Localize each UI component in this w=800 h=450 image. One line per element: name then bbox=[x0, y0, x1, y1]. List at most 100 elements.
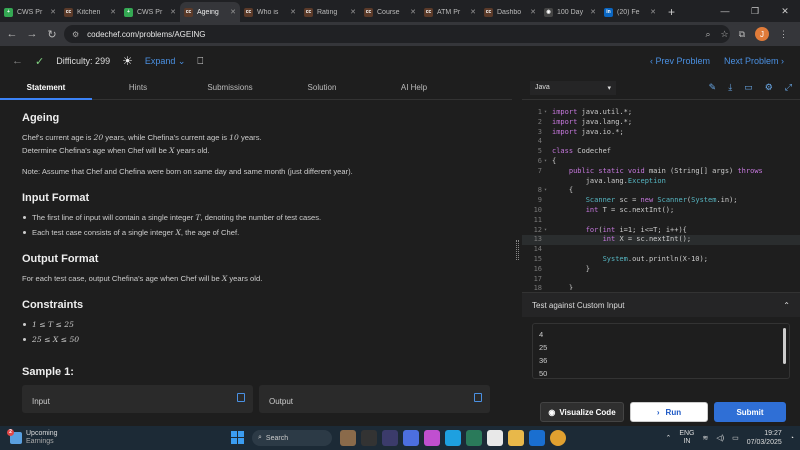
fold-icon[interactable] bbox=[544, 177, 552, 187]
browser-tab[interactable]: cc ATM Pr ✕ bbox=[420, 2, 480, 22]
app-icon[interactable] bbox=[403, 430, 419, 446]
code-line[interactable]: 3 import java.io.*; bbox=[522, 128, 800, 138]
taskbar-search[interactable]: ⌕ Search bbox=[252, 430, 332, 446]
browser-tab[interactable]: cc Who is ✕ bbox=[240, 2, 300, 22]
tray-chevron-icon[interactable]: ⌃ bbox=[665, 434, 671, 442]
custom-input-field[interactable]: 4 25 36 50 bbox=[532, 323, 790, 379]
reload-icon[interactable]: ↻ bbox=[42, 28, 62, 41]
battery-icon[interactable]: ▭ bbox=[732, 434, 739, 442]
clock[interactable]: 19:27 07/03/2025 bbox=[747, 429, 782, 447]
maximize-icon[interactable]: ❐ bbox=[740, 6, 770, 17]
zoom-icon[interactable]: ⌕ bbox=[705, 29, 710, 40]
code-line[interactable]: java.lang.Exception bbox=[522, 177, 800, 187]
fold-icon[interactable] bbox=[544, 235, 552, 245]
volume-icon[interactable]: ◁) bbox=[716, 434, 724, 442]
code-line[interactable]: 18 } bbox=[522, 284, 800, 290]
fold-icon[interactable] bbox=[544, 118, 552, 128]
app-icon[interactable] bbox=[382, 430, 398, 446]
app-icon[interactable] bbox=[340, 430, 356, 446]
fold-icon[interactable] bbox=[544, 245, 552, 255]
code-line[interactable]: 2 import java.lang.*; bbox=[522, 118, 800, 128]
fold-icon[interactable]: ▾ bbox=[544, 157, 552, 167]
visualize-code-button[interactable]: ◉ Visualize Code bbox=[540, 402, 624, 422]
fold-icon[interactable]: ▾ bbox=[544, 186, 552, 196]
browser-tab[interactable]: cc Rating ✕ bbox=[300, 2, 360, 22]
expand-button[interactable]: Expand ⌄ bbox=[145, 56, 186, 67]
close-tab-icon[interactable]: ✕ bbox=[650, 8, 656, 16]
code-line[interactable]: 5 class Codechef bbox=[522, 147, 800, 157]
code-line[interactable]: 10 int T = sc.nextInt(); bbox=[522, 206, 800, 216]
browser-tab[interactable]: ◉ 100 Day ✕ bbox=[540, 2, 600, 22]
fold-icon[interactable]: ▾ bbox=[544, 108, 552, 118]
chevron-up-icon[interactable]: ⌃ bbox=[783, 301, 790, 310]
fold-icon[interactable] bbox=[544, 255, 552, 265]
tab-submissions[interactable]: Submissions bbox=[184, 76, 276, 100]
outlook-icon[interactable] bbox=[529, 430, 545, 446]
amazon-icon[interactable] bbox=[487, 430, 503, 446]
fold-icon[interactable] bbox=[544, 275, 552, 285]
fold-icon[interactable] bbox=[544, 137, 552, 147]
collapse-arrow-icon[interactable]: ← bbox=[12, 55, 23, 67]
code-line[interactable]: 7 public static void main (String[] args… bbox=[522, 167, 800, 177]
close-tab-icon[interactable]: ✕ bbox=[350, 8, 356, 16]
code-line[interactable]: 14 bbox=[522, 245, 800, 255]
notification-icon[interactable]: ◔ bbox=[790, 435, 794, 442]
fold-icon[interactable] bbox=[544, 206, 552, 216]
browser-tab[interactable]: in (20) Fe ✕ bbox=[600, 2, 660, 22]
browser-tab[interactable]: + CWS Pr ✕ bbox=[120, 2, 180, 22]
code-line[interactable]: 1 ▾ import java.util.*; bbox=[522, 108, 800, 118]
url-field[interactable]: ⚙ codechef.com/problems/AGEING bbox=[64, 25, 730, 43]
magic-wand-icon[interactable]: ✎ bbox=[709, 82, 717, 93]
tab-hints[interactable]: Hints bbox=[92, 76, 184, 100]
fold-icon[interactable] bbox=[544, 167, 552, 177]
fold-icon[interactable] bbox=[544, 284, 552, 290]
close-tab-icon[interactable]: ✕ bbox=[590, 8, 596, 16]
app-icon[interactable] bbox=[361, 430, 377, 446]
tab-ai-help[interactable]: AI Help bbox=[368, 76, 460, 100]
fold-icon[interactable]: ▾ bbox=[544, 226, 552, 236]
browser-tab[interactable]: cc Ageing ✕ bbox=[180, 2, 240, 22]
app-icon[interactable] bbox=[466, 430, 482, 446]
fold-icon[interactable] bbox=[544, 216, 552, 226]
comment-icon[interactable]: ▭ bbox=[744, 82, 753, 93]
custom-input-header[interactable]: Test against Custom Input ⌃ bbox=[522, 293, 800, 317]
close-tab-icon[interactable]: ✕ bbox=[530, 8, 536, 16]
next-problem-button[interactable]: Next Problem › bbox=[724, 56, 784, 66]
code-line[interactable]: 13 int X = sc.nextInt(); bbox=[522, 235, 800, 246]
new-tab-button[interactable]: + bbox=[660, 2, 683, 22]
code-line[interactable]: 6 ▾{ bbox=[522, 157, 800, 167]
fold-icon[interactable] bbox=[544, 196, 552, 206]
profile-avatar[interactable]: J bbox=[755, 27, 769, 41]
close-tab-icon[interactable]: ✕ bbox=[410, 8, 416, 16]
run-button[interactable]: › Run bbox=[630, 402, 708, 422]
code-line[interactable]: 15 System.out.println(X-10); bbox=[522, 255, 800, 265]
fullscreen-icon[interactable]: ⤢ bbox=[785, 82, 792, 93]
menu-icon[interactable]: ⋮ bbox=[779, 29, 788, 40]
fold-icon[interactable] bbox=[544, 128, 552, 138]
close-tab-icon[interactable]: ✕ bbox=[470, 8, 476, 16]
copy-icon[interactable] bbox=[474, 393, 482, 402]
tab-solution[interactable]: Solution bbox=[276, 76, 368, 100]
close-tab-icon[interactable]: ✕ bbox=[110, 8, 116, 16]
code-line[interactable]: 4 bbox=[522, 137, 800, 147]
settings-icon[interactable]: ⚙ bbox=[765, 82, 773, 93]
scrollbar[interactable] bbox=[783, 328, 786, 364]
fold-icon[interactable] bbox=[544, 265, 552, 275]
start-icon[interactable] bbox=[231, 431, 244, 444]
code-line[interactable]: 16 } bbox=[522, 265, 800, 275]
edge-icon[interactable] bbox=[445, 430, 461, 446]
app-icon[interactable] bbox=[424, 430, 440, 446]
copy-icon[interactable] bbox=[237, 393, 245, 402]
browser-tab[interactable]: cc Kitchen ✕ bbox=[60, 2, 120, 22]
code-line[interactable]: 12 ▾ for(int i=1; i<=T; i++){ bbox=[522, 226, 800, 236]
site-info-icon[interactable]: ⚙ bbox=[72, 30, 79, 39]
prev-problem-button[interactable]: ‹ Prev Problem bbox=[650, 56, 710, 66]
close-window-icon[interactable]: ✕ bbox=[770, 6, 800, 17]
back-icon[interactable]: ← bbox=[2, 28, 22, 40]
browser-tab[interactable]: cc Dashbo ✕ bbox=[480, 2, 540, 22]
widgets-button[interactable]: 2 Upcoming Earnings bbox=[0, 429, 58, 446]
close-tab-icon[interactable]: ✕ bbox=[290, 8, 296, 16]
code-line[interactable]: 9 Scanner sc = new Scanner(System.in); bbox=[522, 196, 800, 206]
minimize-icon[interactable]: — bbox=[710, 6, 740, 16]
close-tab-icon[interactable]: ✕ bbox=[230, 8, 236, 16]
